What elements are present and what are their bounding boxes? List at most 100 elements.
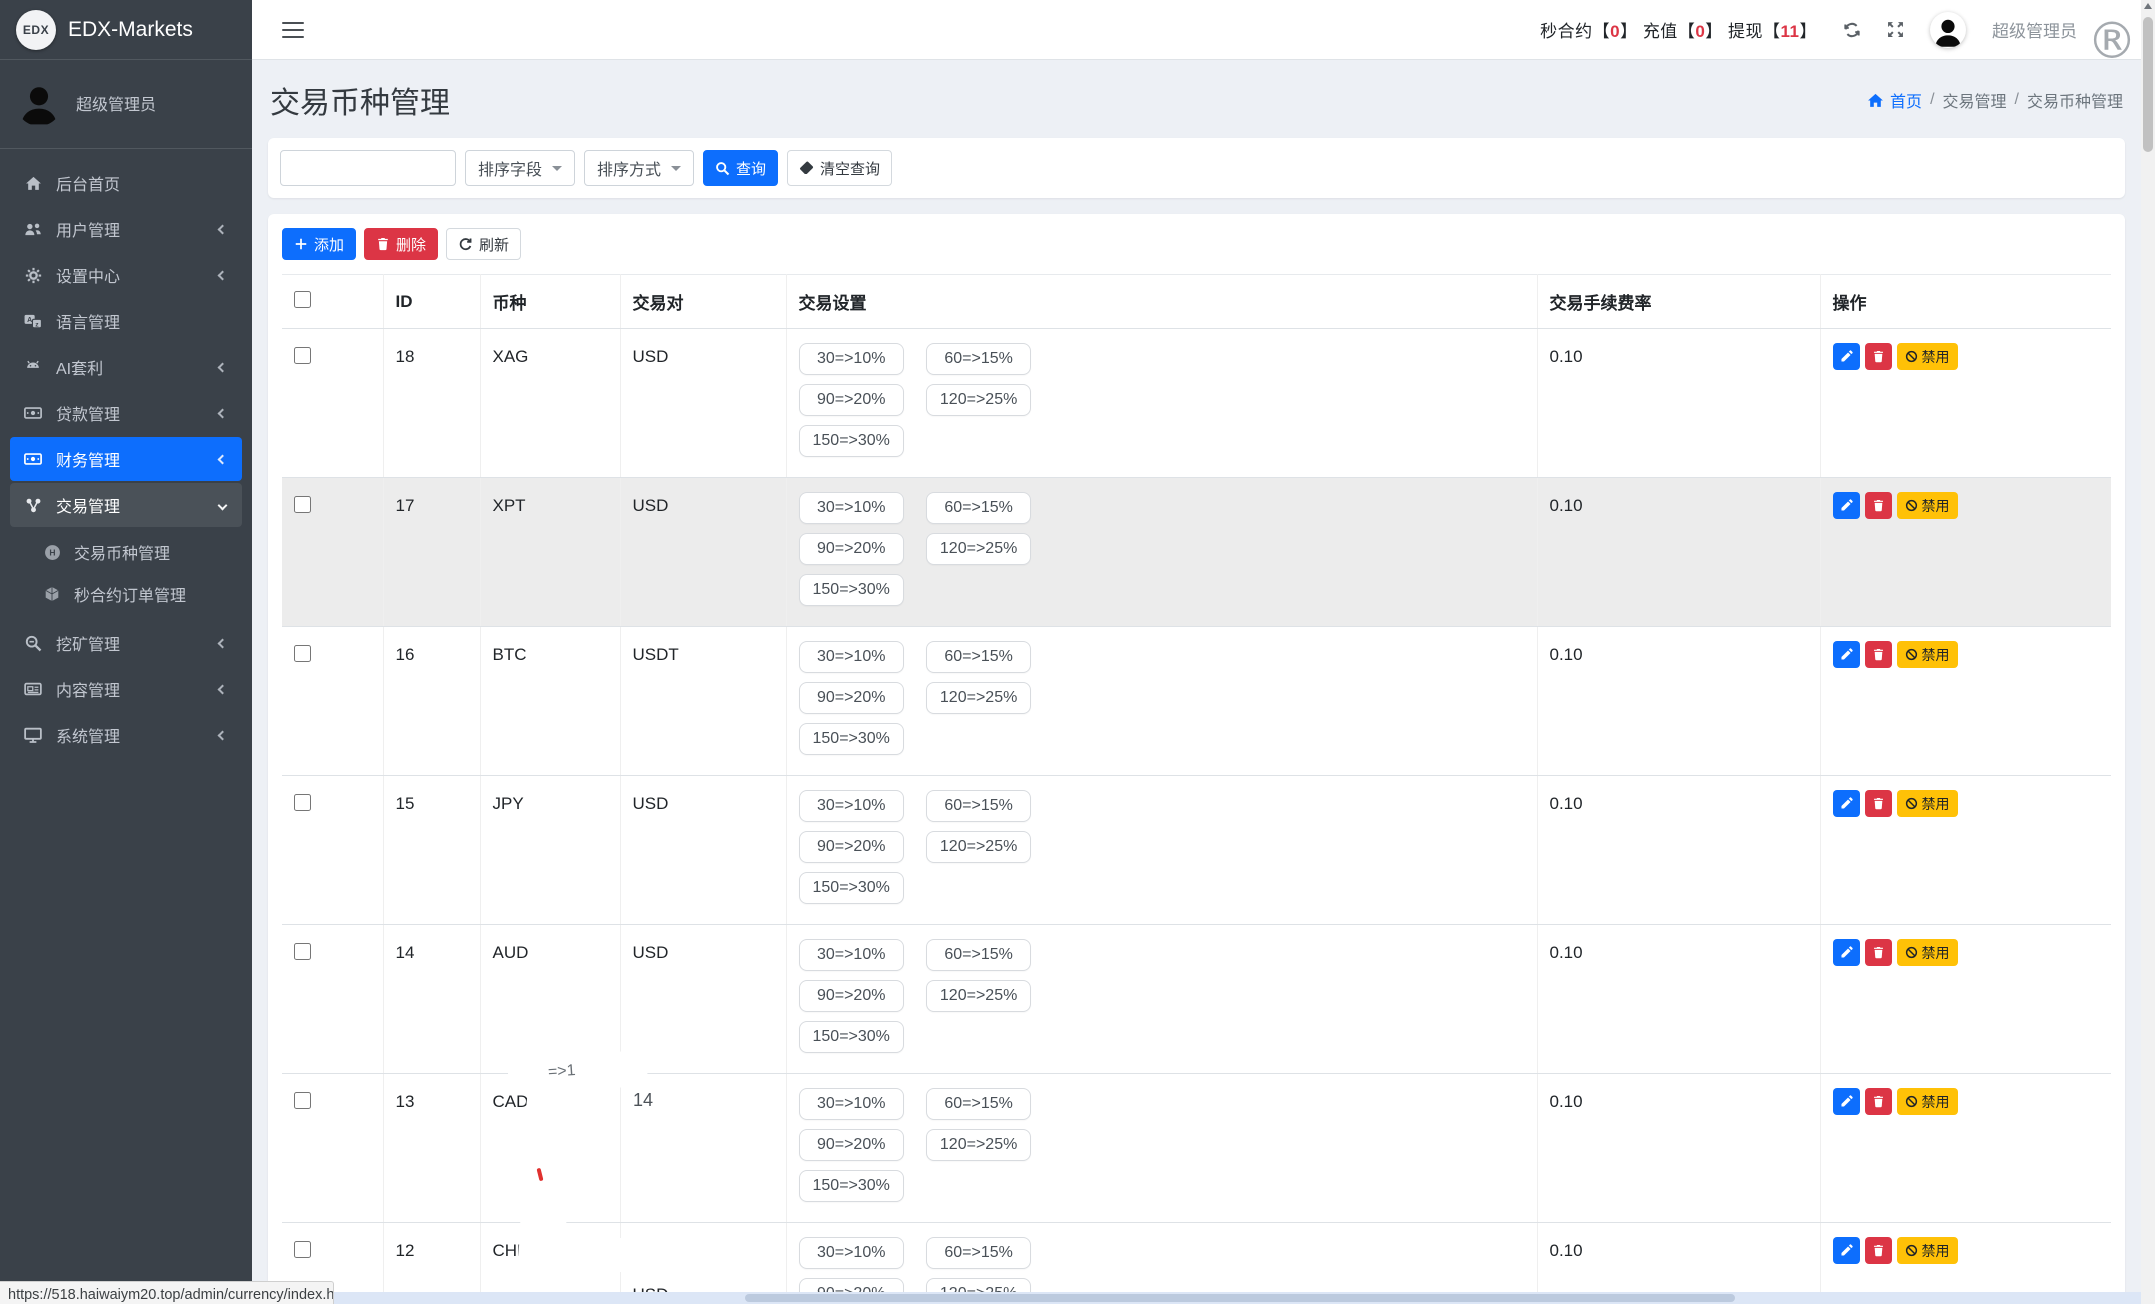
- setting-chip[interactable]: 30=>10%: [799, 343, 904, 375]
- sort-field-select[interactable]: 排序字段: [465, 150, 575, 186]
- delete-row-button[interactable]: [1865, 939, 1892, 966]
- sidebar-item-dashboard[interactable]: 后台首页: [10, 161, 242, 205]
- setting-chip[interactable]: 150=>30%: [799, 723, 904, 755]
- row-checkbox[interactable]: [294, 794, 311, 811]
- sidebar-item-user-manage[interactable]: 用户管理: [10, 207, 242, 251]
- row-checkbox[interactable]: [294, 1092, 311, 1109]
- breadcrumb-home-link[interactable]: 首页: [1867, 88, 1922, 112]
- sidebar-item-system-manage[interactable]: 系统管理: [10, 713, 242, 757]
- delete-row-button[interactable]: [1865, 1088, 1892, 1115]
- delete-row-button[interactable]: [1865, 343, 1892, 370]
- vertical-scroll-thumb[interactable]: [2143, 17, 2153, 152]
- setting-chip[interactable]: 150=>30%: [799, 574, 904, 606]
- sidebar-item-seconds-order-manage[interactable]: 秒合约订单管理: [8, 573, 244, 615]
- topbar-stats[interactable]: 秒合约【0】 充值【0】 提现【11】: [1540, 17, 1817, 42]
- row-checkbox[interactable]: [294, 496, 311, 513]
- setting-chip[interactable]: 60=>15%: [926, 492, 1031, 524]
- setting-chip[interactable]: 120=>25%: [926, 1129, 1031, 1161]
- setting-chip[interactable]: 30=>10%: [799, 1088, 904, 1120]
- setting-chip[interactable]: 150=>30%: [799, 1021, 904, 1053]
- setting-chip[interactable]: 30=>10%: [799, 1237, 904, 1269]
- sort-order-select[interactable]: 排序方式: [584, 150, 694, 186]
- edit-button[interactable]: [1833, 641, 1860, 668]
- setting-chip[interactable]: 90=>20%: [799, 682, 904, 714]
- setting-chip[interactable]: 90=>20%: [799, 980, 904, 1012]
- refresh-button[interactable]: 刷新: [446, 228, 521, 260]
- sidebar-item-trade-manage[interactable]: 交易管理: [10, 483, 242, 527]
- filter-bar: 排序字段 排序方式 查询 清空查询: [268, 138, 2125, 198]
- setting-chip[interactable]: 30=>10%: [799, 790, 904, 822]
- delete-row-button[interactable]: [1865, 790, 1892, 817]
- stat-0[interactable]: 秒合约【0】: [1540, 22, 1643, 41]
- row-checkbox[interactable]: [294, 347, 311, 364]
- delete-row-button[interactable]: [1865, 641, 1892, 668]
- cell-settings: 30=>10% 60=>15% 90=>20% 120=>25% 150=>30%: [786, 478, 1537, 627]
- setting-chip[interactable]: 150=>30%: [799, 425, 904, 457]
- setting-chip[interactable]: 90=>20%: [799, 1129, 904, 1161]
- setting-chip[interactable]: 60=>15%: [926, 939, 1031, 971]
- sidebar-item-language-manage[interactable]: Az语言管理: [10, 299, 242, 343]
- setting-chip[interactable]: 120=>25%: [926, 533, 1031, 565]
- disable-button[interactable]: 禁用: [1897, 1237, 1958, 1264]
- vertical-scrollbar[interactable]: [2141, 0, 2155, 1304]
- filter-keyword-input[interactable]: [280, 150, 456, 186]
- setting-chip[interactable]: 90=>20%: [799, 831, 904, 863]
- sidebar-toggle-icon[interactable]: [282, 22, 304, 38]
- setting-chip[interactable]: 90=>20%: [799, 384, 904, 416]
- setting-chip[interactable]: 150=>30%: [799, 872, 904, 904]
- refresh-icon[interactable]: [1843, 21, 1861, 39]
- setting-chip[interactable]: 120=>25%: [926, 384, 1031, 416]
- brand[interactable]: EDX EDX-Markets: [0, 0, 252, 60]
- setting-chip[interactable]: 30=>10%: [799, 492, 904, 524]
- sidebar-item-finance-manage[interactable]: 财务管理: [10, 437, 242, 481]
- table-row: 17XPTUSD30=>10%60=>15%90=>20%120=>25%150…: [282, 478, 2111, 627]
- setting-chip[interactable]: 60=>15%: [926, 343, 1031, 375]
- edit-button[interactable]: [1833, 492, 1860, 519]
- disable-button[interactable]: 禁用: [1897, 1088, 1958, 1115]
- disable-button[interactable]: 禁用: [1897, 492, 1958, 519]
- sidebar-item-ai-arbitrage[interactable]: AI套利: [10, 345, 242, 389]
- sidebar-item-mining-manage[interactable]: 挖矿管理: [10, 621, 242, 665]
- scroll-up-icon[interactable]: [2144, 3, 2152, 9]
- fullscreen-icon[interactable]: [1887, 21, 1904, 38]
- edit-button[interactable]: [1833, 343, 1860, 370]
- setting-chip[interactable]: 120=>25%: [926, 682, 1031, 714]
- sort-order-value: 排序方式: [597, 156, 661, 180]
- disable-button[interactable]: 禁用: [1897, 641, 1958, 668]
- edit-button[interactable]: [1833, 790, 1860, 817]
- setting-chip[interactable]: 120=>25%: [926, 831, 1031, 863]
- disable-button[interactable]: 禁用: [1897, 939, 1958, 966]
- setting-chip[interactable]: 120=>25%: [926, 980, 1031, 1012]
- setting-chip[interactable]: 60=>15%: [926, 790, 1031, 822]
- sidebar-item-content-manage[interactable]: 内容管理: [10, 667, 242, 711]
- sidebar-item-currency-manage[interactable]: H交易币种管理: [8, 531, 244, 573]
- setting-chip[interactable]: 30=>10%: [799, 641, 904, 673]
- edit-button[interactable]: [1833, 939, 1860, 966]
- delete-button[interactable]: 删除: [364, 228, 438, 260]
- sidebar-item-settings-center[interactable]: 设置中心: [10, 253, 242, 297]
- edit-button[interactable]: [1833, 1237, 1860, 1264]
- setting-chip[interactable]: 30=>10%: [799, 939, 904, 971]
- delete-row-button[interactable]: [1865, 492, 1892, 519]
- row-checkbox[interactable]: [294, 1241, 311, 1258]
- stat-1[interactable]: 充值【0】: [1643, 22, 1728, 41]
- select-all-checkbox[interactable]: [294, 291, 311, 308]
- setting-chip[interactable]: 60=>15%: [926, 641, 1031, 673]
- horizontal-scroll-thumb[interactable]: [745, 1294, 1735, 1302]
- stat-2[interactable]: 提现【11】: [1728, 22, 1817, 41]
- search-button[interactable]: 查询: [703, 150, 778, 186]
- setting-chip[interactable]: 60=>15%: [926, 1088, 1031, 1120]
- setting-chip[interactable]: 90=>20%: [799, 533, 904, 565]
- topbar-avatar[interactable]: [1930, 12, 1966, 48]
- disable-button[interactable]: 禁用: [1897, 790, 1958, 817]
- row-checkbox[interactable]: [294, 943, 311, 960]
- disable-button[interactable]: 禁用: [1897, 343, 1958, 370]
- sidebar-item-loan-manage[interactable]: 贷款管理: [10, 391, 242, 435]
- edit-button[interactable]: [1833, 1088, 1860, 1115]
- delete-row-button[interactable]: [1865, 1237, 1892, 1264]
- clear-search-button[interactable]: 清空查询: [787, 150, 892, 186]
- add-button[interactable]: 添加: [282, 228, 356, 260]
- setting-chip[interactable]: 60=>15%: [926, 1237, 1031, 1269]
- row-checkbox[interactable]: [294, 645, 311, 662]
- setting-chip[interactable]: 150=>30%: [799, 1170, 904, 1202]
